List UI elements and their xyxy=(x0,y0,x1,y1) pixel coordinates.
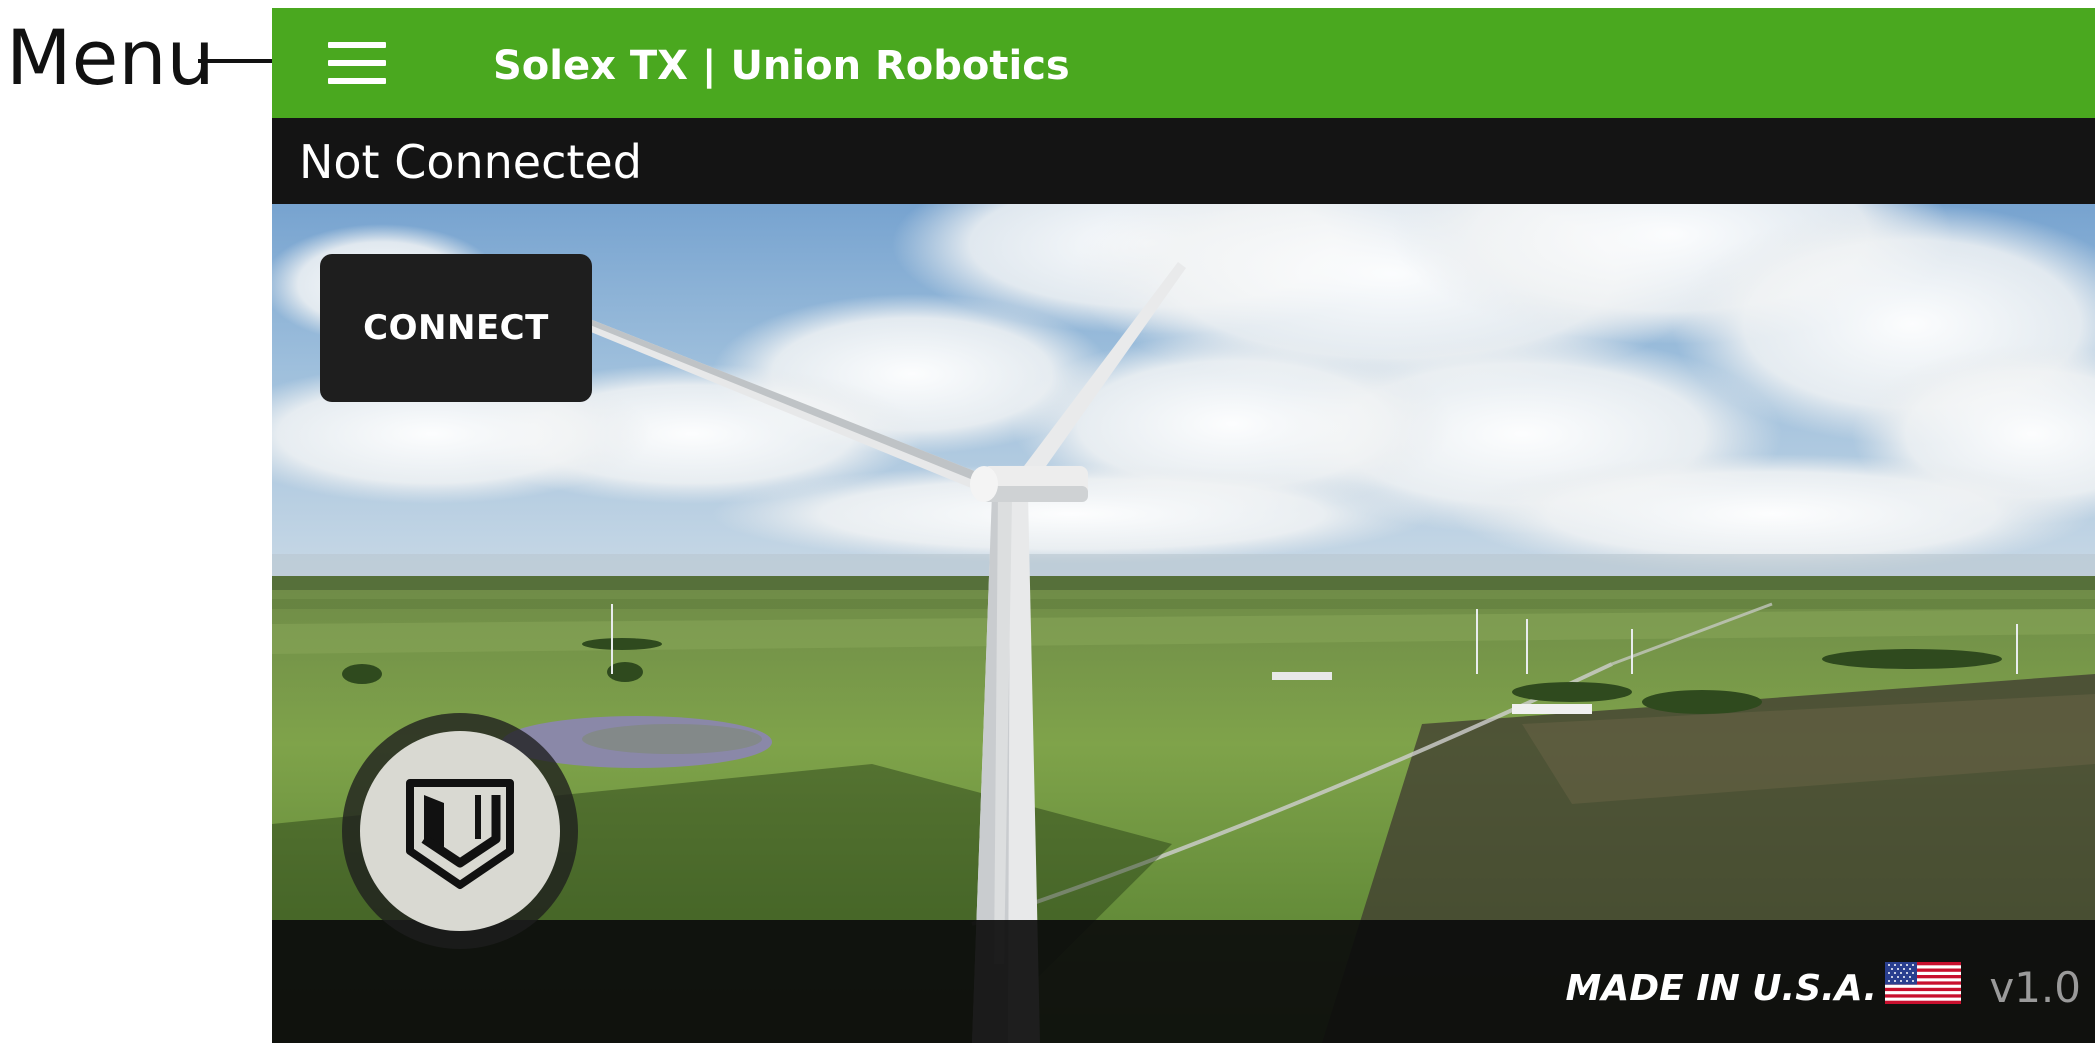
app-version: v1.0 xyxy=(1989,963,2081,1012)
footer-bar: MADE IN U.S.A. v1.0 xyxy=(272,920,2095,1043)
made-in-usa-text: MADE IN U.S.A. xyxy=(1565,968,1877,1009)
connection-status-bar: Not Connected xyxy=(272,118,2095,204)
connect-button[interactable]: CONNECT xyxy=(320,254,592,402)
connection-status-text: Not Connected xyxy=(299,135,642,189)
logo-badge xyxy=(360,731,560,931)
union-robotics-shield-logo-icon xyxy=(406,779,514,889)
menu-callout-label: Menu xyxy=(6,13,215,102)
us-flag-icon xyxy=(1885,962,1961,1004)
app-header: Solex TX | Union Robotics xyxy=(272,8,2095,118)
app-window: Solex TX | Union Robotics Not Connected xyxy=(272,8,2095,1043)
app-title: Solex TX | Union Robotics xyxy=(493,43,1070,89)
hamburger-menu-icon[interactable] xyxy=(328,42,386,84)
logo-button[interactable] xyxy=(342,713,578,949)
